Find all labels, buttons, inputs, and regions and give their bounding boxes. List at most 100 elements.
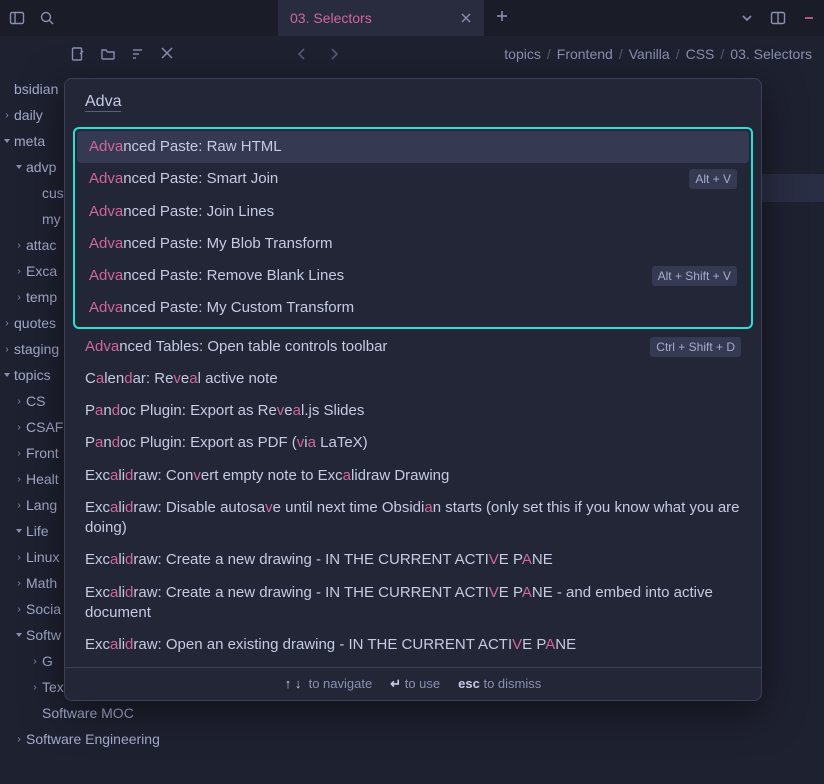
tree-item-label: Exca	[26, 263, 57, 279]
breadcrumb-segment[interactable]: CSS	[686, 46, 715, 62]
chevron-icon[interactable]: ›	[12, 500, 26, 511]
chevron-icon[interactable]: ›	[12, 474, 26, 485]
collapse-icon[interactable]	[160, 46, 174, 62]
search-icon[interactable]	[38, 9, 56, 27]
command-palette-item[interactable]: Advanced Paste: Raw HTML	[77, 131, 749, 163]
tree-item-label: quotes	[14, 315, 56, 331]
command-label: Excalidraw: Create a new drawing - IN TH…	[85, 583, 741, 624]
breadcrumb-segment[interactable]: topics	[504, 46, 541, 62]
tree-item-label: Software MOC	[42, 705, 134, 721]
tab-title: 03. Selectors	[290, 10, 372, 26]
toolbar: topics/Frontend/Vanilla/CSS/03. Selector…	[0, 36, 824, 72]
command-palette: Adva Advanced Paste: Raw HTMLAdvanced Pa…	[64, 78, 762, 701]
split-pane-icon[interactable]	[770, 10, 786, 26]
highlighted-group: Advanced Paste: Raw HTML Advanced Paste: …	[73, 127, 753, 329]
tree-item-label: CS	[26, 393, 45, 409]
tree-item-label: Softw	[26, 627, 61, 643]
chevron-icon[interactable]: ›	[0, 344, 14, 355]
tree-item-label: G	[42, 653, 53, 669]
chevron-icon[interactable]: ›	[12, 240, 26, 251]
command-label: Calendar: Reveal active note	[85, 369, 278, 389]
tree-item-label: CSAF	[26, 419, 63, 435]
tree-item-label: meta	[14, 133, 45, 149]
keyboard-shortcut: Alt + V	[689, 169, 737, 189]
new-note-icon[interactable]	[70, 46, 86, 62]
chevron-icon[interactable]	[12, 162, 26, 172]
nav-forward-icon[interactable]	[326, 46, 342, 62]
chevron-icon[interactable]: ›	[12, 448, 26, 459]
new-tab-icon[interactable]	[495, 9, 509, 23]
command-palette-footer: ↑ ↓ to navigate ↵ to use esc to dismiss	[65, 667, 761, 700]
command-label: Advanced Paste: Raw HTML	[89, 137, 282, 157]
command-palette-input[interactable]: Adva	[65, 79, 761, 121]
command-label: Advanced Tables: Open table controls too…	[85, 337, 387, 357]
new-folder-icon[interactable]	[100, 46, 116, 62]
chevron-icon[interactable]: ›	[12, 578, 26, 589]
breadcrumb-segment[interactable]: Vanilla	[629, 46, 670, 62]
command-label: Excalidraw: Convert empty note to Excali…	[85, 466, 449, 486]
chevron-icon[interactable]: ›	[0, 318, 14, 329]
command-palette-item[interactable]: Advanced Paste: Remove Blank Lines Alt + …	[77, 260, 749, 292]
command-palette-item[interactable]: Advanced Paste: Join Lines	[77, 196, 749, 228]
command-palette-item[interactable]: Excalidraw: Create a new drawing - IN TH…	[73, 577, 753, 630]
tree-item-label: topics	[14, 367, 51, 383]
chevron-icon[interactable]: ›	[0, 110, 14, 121]
tree-item-label: Linux	[26, 549, 59, 565]
tab-active[interactable]: 03. Selectors	[278, 0, 484, 36]
close-icon[interactable]	[460, 12, 472, 24]
tree-item-label: attac	[26, 237, 56, 253]
tree-item-label: my	[42, 211, 61, 227]
keyboard-shortcut: Ctrl + Shift + D	[650, 337, 741, 357]
tree-item-label: Healt	[26, 471, 59, 487]
breadcrumb[interactable]: topics/Frontend/Vanilla/CSS/03. Selector…	[504, 46, 812, 62]
chevron-icon[interactable]: ›	[12, 422, 26, 433]
titlebar: 03. Selectors	[0, 0, 824, 36]
keyboard-shortcut: Alt + Shift + V	[652, 266, 737, 286]
command-label: Advanced Paste: Remove Blank Lines	[89, 266, 344, 286]
command-label: Advanced Paste: Join Lines	[89, 202, 274, 222]
nav-back-icon[interactable]	[294, 46, 310, 62]
chevron-icon[interactable]	[0, 136, 14, 146]
tree-item[interactable]: Software MOC	[0, 700, 276, 726]
command-palette-item[interactable]: Pandoc Plugin: Export as PDF (via LaTeX)	[73, 427, 753, 459]
command-label: Excalidraw: Create a new drawing - IN TH…	[85, 550, 553, 570]
chevron-icon[interactable]	[12, 526, 26, 536]
chevron-icon[interactable]: ›	[12, 552, 26, 563]
chevron-down-icon[interactable]	[740, 11, 754, 25]
command-palette-item[interactable]: Excalidraw: Convert empty note to Excali…	[73, 460, 753, 492]
command-palette-item[interactable]: Advanced Tables: Open table controls too…	[73, 331, 753, 363]
command-label: Excalidraw: Disable autosave until next …	[85, 498, 741, 539]
chevron-icon[interactable]: ›	[28, 656, 42, 667]
tree-item[interactable]: ›Software Engineering	[0, 726, 276, 752]
tree-item-label: Math	[26, 575, 57, 591]
tree-item-label: bsidian	[14, 81, 58, 97]
command-label: Pandoc Plugin: Export as PDF (via LaTeX)	[85, 433, 368, 453]
command-label: Excalidraw: Open an existing drawing - I…	[85, 635, 576, 655]
command-palette-item[interactable]: Pandoc Plugin: Export as Reveal.js Slide…	[73, 395, 753, 427]
breadcrumb-segment[interactable]: Frontend	[557, 46, 613, 62]
chevron-icon[interactable]: ›	[12, 292, 26, 303]
command-label: Pandoc Plugin: Export as Reveal.js Slide…	[85, 401, 364, 421]
breadcrumb-segment[interactable]: 03. Selectors	[730, 46, 812, 62]
chevron-icon[interactable]: ›	[12, 604, 26, 615]
sidebar-toggle-icon[interactable]	[8, 9, 26, 27]
command-palette-item[interactable]: Calendar: Reveal active note	[73, 363, 753, 395]
command-palette-item[interactable]: Advanced Paste: My Blob Transform	[77, 228, 749, 260]
chevron-icon[interactable]: ›	[28, 682, 42, 693]
command-palette-item[interactable]: Excalidraw: Open an existing drawing - I…	[73, 629, 753, 661]
command-palette-item[interactable]: Excalidraw: Disable autosave until next …	[73, 492, 753, 545]
chevron-icon[interactable]: ›	[12, 734, 26, 745]
chevron-icon[interactable]	[0, 370, 14, 380]
command-label: Advanced Paste: My Custom Transform	[89, 298, 354, 318]
chevron-icon[interactable]: ›	[12, 266, 26, 277]
tree-item-label: temp	[26, 289, 57, 305]
command-palette-item[interactable]: Advanced Paste: My Custom Transform	[77, 292, 749, 324]
sort-icon[interactable]	[130, 46, 146, 62]
chevron-icon[interactable]	[12, 630, 26, 640]
command-palette-item[interactable]: Excalidraw: Create a new drawing - IN TH…	[73, 544, 753, 576]
chevron-icon[interactable]: ›	[12, 396, 26, 407]
command-palette-item[interactable]: Advanced Paste: Smart Join Alt + V	[77, 163, 749, 195]
minimize-icon[interactable]	[802, 11, 816, 25]
command-label: Advanced Paste: Smart Join	[89, 169, 278, 189]
tree-item-label: Front	[26, 445, 59, 461]
